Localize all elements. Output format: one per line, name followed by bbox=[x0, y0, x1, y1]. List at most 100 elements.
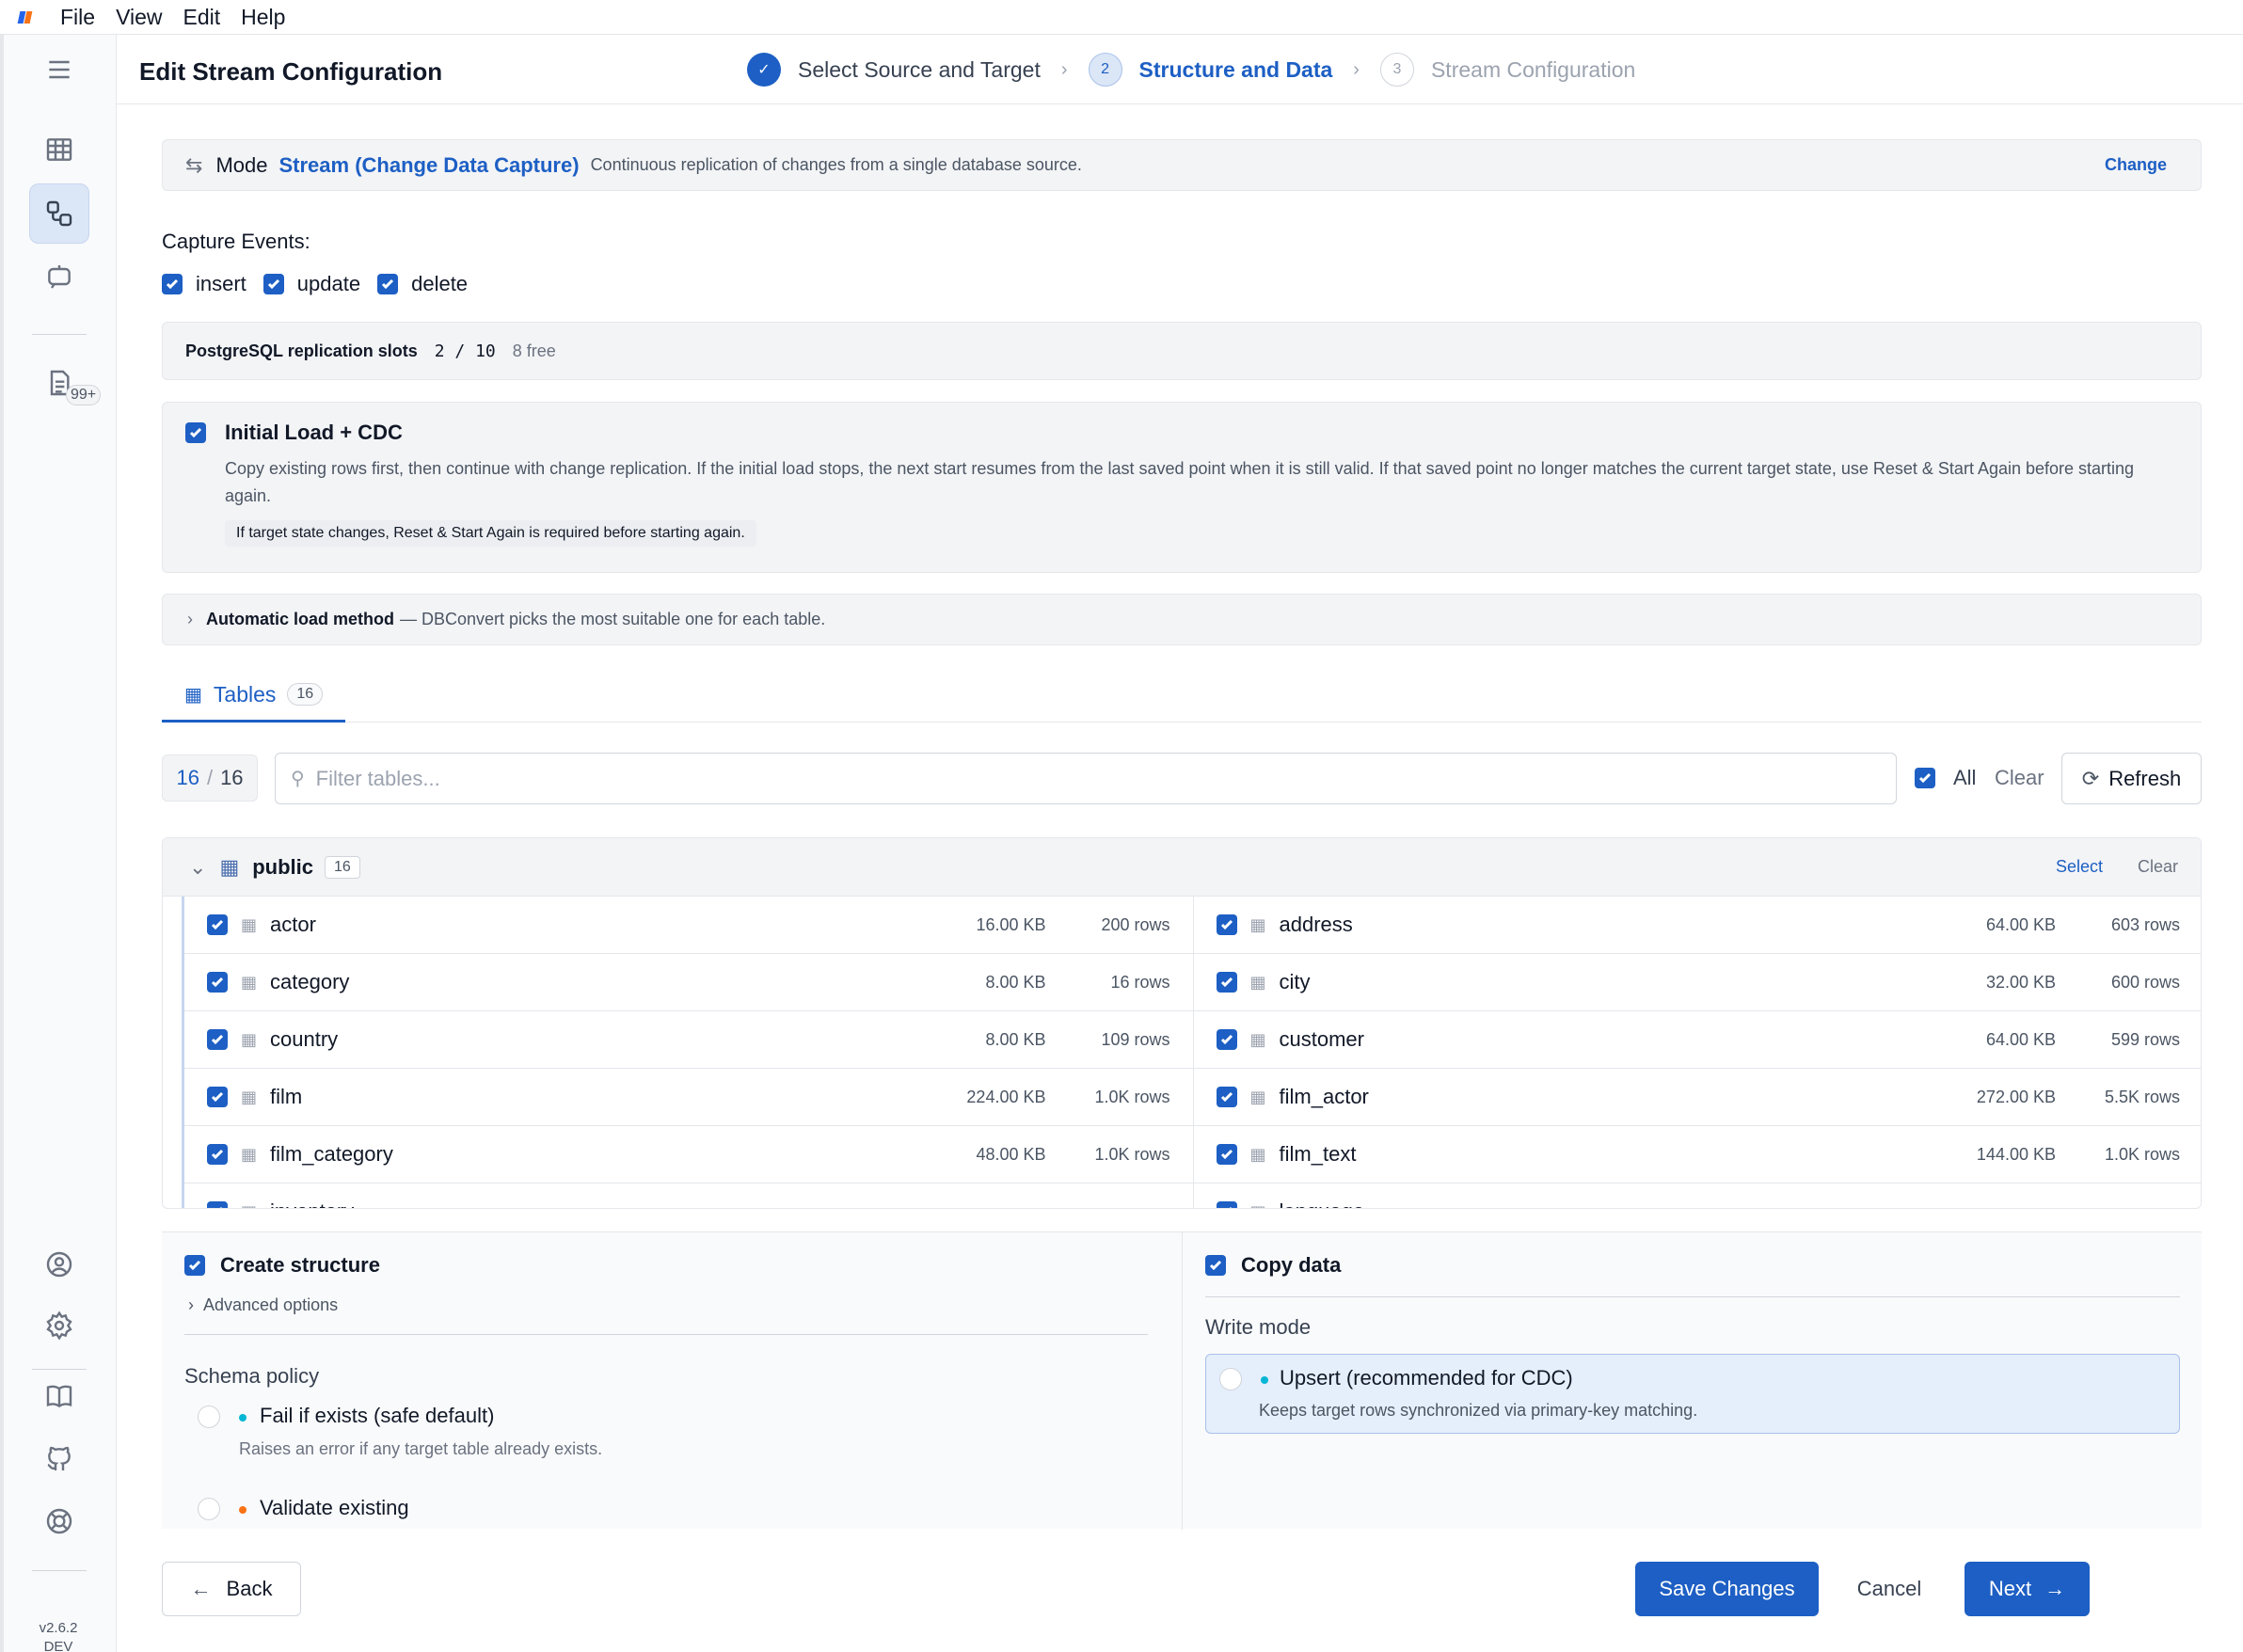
delete-checkbox[interactable] bbox=[377, 274, 399, 294]
schema-policy-title: Schema policy bbox=[184, 1364, 320, 1388]
menu-view[interactable]: View bbox=[116, 5, 162, 30]
cancel-button[interactable]: Cancel bbox=[1837, 1562, 1941, 1616]
back-label: Back bbox=[226, 1577, 273, 1600]
refresh-button[interactable]: ⟳ Refresh bbox=[2061, 753, 2202, 804]
table-icon[interactable] bbox=[29, 119, 89, 180]
capture-events-title: Capture Events: bbox=[162, 230, 310, 253]
status-dot bbox=[1261, 1376, 1268, 1384]
step-stream-configuration[interactable]: 3 Stream Configuration bbox=[1379, 53, 1635, 87]
table-row-count: 1.0K rows bbox=[1094, 1087, 1170, 1106]
fail-if-exists-radio[interactable] bbox=[198, 1406, 220, 1428]
back-button[interactable]: ← Back bbox=[162, 1562, 301, 1616]
gear-icon[interactable] bbox=[29, 1295, 89, 1356]
table-size: 8.00 KB bbox=[985, 972, 1046, 992]
github-icon[interactable] bbox=[29, 1429, 89, 1489]
table-row[interactable]: ▦ film_category 48.00 KB 1.0K rows bbox=[184, 1126, 1194, 1183]
table-name: country bbox=[270, 1027, 339, 1051]
step-select-source-target[interactable]: ✓ Select Source and Target bbox=[747, 53, 1041, 87]
menu-edit[interactable]: Edit bbox=[183, 5, 221, 30]
slots-free: 8 free bbox=[512, 341, 556, 360]
schema-select-button[interactable]: Select bbox=[2056, 857, 2103, 877]
docs-book-icon[interactable] bbox=[29, 1366, 89, 1426]
table-row-count: 16 rows bbox=[1110, 972, 1170, 992]
table-name: film bbox=[270, 1085, 303, 1108]
table-size: 144.00 KB bbox=[1976, 1144, 2056, 1164]
chevron-down-icon: ⌄ bbox=[189, 854, 207, 879]
table-checkbox[interactable] bbox=[207, 972, 228, 993]
menu-help[interactable]: Help bbox=[241, 5, 285, 30]
table-row-count: 1.0K rows bbox=[1094, 1144, 1170, 1164]
create-structure-checkbox[interactable] bbox=[184, 1255, 205, 1276]
table-row[interactable]: ▦ film 224.00 KB 1.0K rows bbox=[184, 1069, 1194, 1126]
step-structure-data[interactable]: 2 Structure and Data bbox=[1088, 53, 1333, 87]
table-name: film_text bbox=[1279, 1142, 1357, 1166]
streams-icon[interactable] bbox=[29, 183, 89, 244]
table-size: 64.00 KB bbox=[1985, 1029, 2056, 1049]
update-checkbox[interactable] bbox=[262, 274, 284, 294]
table-row-count: 5.5K rows bbox=[2104, 1087, 2180, 1106]
table-icon: ▦ bbox=[1249, 914, 1266, 934]
menu-icon[interactable] bbox=[29, 40, 89, 100]
validate-existing-radio[interactable] bbox=[198, 1498, 220, 1520]
menu-file[interactable]: File bbox=[60, 5, 95, 30]
upsert-description: Keeps target rows synchronized via prima… bbox=[1259, 1401, 1698, 1420]
separator: / bbox=[206, 766, 214, 789]
schema-clear-button[interactable]: Clear bbox=[2138, 857, 2178, 877]
mode-label: Mode bbox=[215, 152, 268, 177]
schema-header[interactable]: ⌄ ▦ public 16 Select Clear bbox=[163, 838, 2201, 897]
help-lifebuoy-icon[interactable] bbox=[29, 1491, 89, 1551]
filter-tables-input[interactable]: ⚲ Filter tables... bbox=[275, 753, 1897, 804]
upsert-option[interactable]: Upsert (recommended for CDC) Keeps targe… bbox=[1205, 1354, 2180, 1434]
fail-if-exists-description: Raises an error if any target table alre… bbox=[239, 1439, 603, 1458]
advanced-options-toggle[interactable]: › Advanced options bbox=[188, 1295, 338, 1315]
step-label: Structure and Data bbox=[1138, 56, 1333, 82]
account-icon[interactable] bbox=[29, 1234, 89, 1295]
tab-tables[interactable]: ▦ Tables 16 bbox=[162, 669, 346, 723]
table-row[interactable]: ▦ actor 16.00 KB 200 rows bbox=[184, 897, 1194, 954]
table-row[interactable]: ▦ city 32.00 KB 600 rows bbox=[1193, 954, 2201, 1011]
table-row[interactable]: ▦ category 8.00 KB 16 rows bbox=[184, 954, 1194, 1011]
table-checkbox[interactable] bbox=[207, 1201, 228, 1208]
table-row[interactable]: ▦ film_actor 272.00 KB 5.5K rows bbox=[1193, 1069, 2201, 1126]
table-checkbox[interactable] bbox=[1216, 972, 1237, 993]
table-checkbox[interactable] bbox=[1216, 914, 1237, 935]
initial-load-note: If target state changes, Reset & Start A… bbox=[225, 520, 756, 547]
table-name: inventory bbox=[270, 1199, 914, 1208]
table-checkbox[interactable] bbox=[1216, 1087, 1237, 1107]
table-checkbox[interactable] bbox=[1216, 1144, 1237, 1165]
table-size: 8.00 KB bbox=[985, 1029, 1046, 1049]
step-number: 2 bbox=[1088, 53, 1122, 87]
table-row[interactable]: ▦ country 8.00 KB 109 rows bbox=[184, 1011, 1194, 1069]
table-checkbox[interactable] bbox=[207, 1144, 228, 1165]
copy-data-checkbox[interactable] bbox=[1205, 1255, 1226, 1276]
select-all-label[interactable]: All bbox=[1953, 766, 1976, 790]
next-label: Next bbox=[1988, 1577, 2032, 1600]
table-row[interactable]: ▦ inventory bbox=[184, 1183, 1194, 1208]
initial-load-checkbox[interactable] bbox=[185, 422, 206, 443]
table-checkbox[interactable] bbox=[207, 914, 228, 935]
table-checkbox[interactable] bbox=[1216, 1201, 1237, 1208]
table-checkbox[interactable] bbox=[207, 1087, 228, 1107]
table-checkbox[interactable] bbox=[207, 1029, 228, 1050]
table-row[interactable]: ▦ language bbox=[1194, 1183, 2202, 1208]
next-button[interactable]: Next → bbox=[1965, 1562, 2090, 1616]
divider bbox=[184, 1334, 1148, 1335]
table-name: address bbox=[1279, 913, 1353, 936]
arrow-right-icon: → bbox=[2044, 1577, 2066, 1600]
save-changes-button[interactable]: Save Changes bbox=[1635, 1562, 1819, 1616]
table-row[interactable]: ▦ film_text 144.00 KB 1.0K rows bbox=[1193, 1126, 2201, 1183]
chat-bot-icon[interactable] bbox=[29, 246, 89, 307]
table-row[interactable]: ▦ customer 64.00 KB 599 rows bbox=[1193, 1011, 2201, 1069]
divider bbox=[1205, 1296, 2180, 1297]
select-all-checkbox[interactable] bbox=[1915, 768, 1935, 788]
selected-tables: 16 bbox=[176, 766, 199, 789]
app-logo-icon bbox=[17, 8, 34, 25]
automatic-load-method[interactable]: › Automatic load method — DBConvert pick… bbox=[162, 594, 2202, 645]
change-mode-button[interactable]: Change bbox=[2105, 155, 2167, 175]
upsert-radio[interactable] bbox=[1219, 1368, 1242, 1390]
table-checkbox[interactable] bbox=[1216, 1029, 1237, 1050]
clear-selection-button[interactable]: Clear bbox=[1995, 766, 2044, 790]
insert-checkbox[interactable] bbox=[162, 274, 183, 294]
table-row[interactable]: ▦ address 64.00 KB 603 rows bbox=[1193, 897, 2201, 954]
create-structure-title: Create structure bbox=[220, 1253, 380, 1277]
